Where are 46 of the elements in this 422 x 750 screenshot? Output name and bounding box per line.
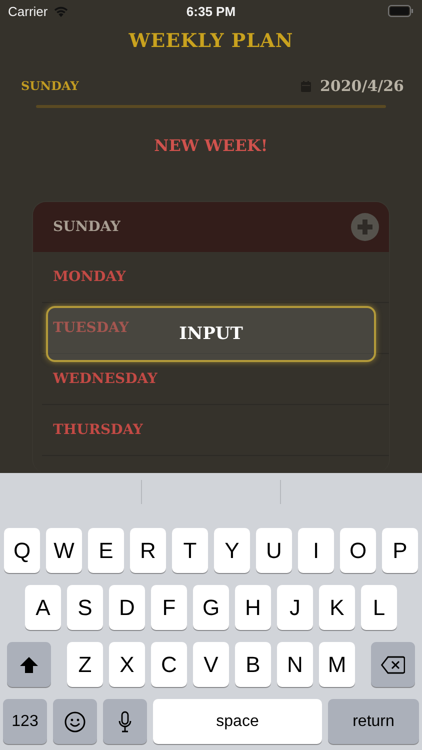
shift-icon [19,656,39,674]
letter-key[interactable]: T [172,528,208,573]
wifi-icon [52,5,69,17]
letter-key[interactable]: S [67,585,103,630]
letter-key[interactable]: Y [214,528,250,573]
letter-key[interactable]: V [193,642,229,687]
letter-key[interactable]: J [277,585,313,630]
letter-key[interactable]: Z [67,642,103,687]
letter-key[interactable]: N [277,642,313,687]
letter-key[interactable]: E [88,528,124,573]
app-title: WEEKLY PLAN [128,30,294,52]
emoji-key[interactable] [53,699,97,744]
current-day: SUNDAY [21,79,79,93]
letter-key[interactable]: G [193,585,229,630]
letter-key[interactable]: L [361,585,397,630]
letter-key[interactable]: M [319,642,355,687]
letter-key[interactable]: H [235,585,271,630]
return-key[interactable]: return [328,699,419,744]
space-key[interactable]: space [153,699,322,744]
battery-icon [388,5,414,17]
dictation-key[interactable] [103,699,147,744]
letter-key[interactable]: O [340,528,376,573]
letter-key[interactable]: A [25,585,61,630]
delete-icon [381,656,405,674]
letter-key[interactable]: F [151,585,187,630]
numbers-key[interactable]: 123 [3,699,47,744]
letter-key[interactable]: W [46,528,82,573]
letter-key[interactable]: U [256,528,292,573]
status-time: 6:35 PM [185,4,237,18]
emoji-icon [64,710,86,732]
delete-key[interactable] [371,642,415,687]
carrier-label: Carrier [8,4,48,18]
letter-key[interactable]: P [382,528,418,573]
microphone-icon [118,710,132,732]
letter-key[interactable]: X [109,642,145,687]
date-label: 2020/4/26 [320,77,404,95]
letter-key[interactable]: Q [4,528,40,573]
day-label[interactable]: SUNDAY [53,219,120,235]
calendar-icon [300,80,311,92]
letter-key[interactable]: R [130,528,166,573]
letter-key[interactable]: D [109,585,145,630]
letter-key[interactable]: C [151,642,187,687]
letter-key[interactable]: K [319,585,355,630]
letter-key[interactable]: B [235,642,271,687]
letter-key[interactable]: I [298,528,334,573]
shift-key[interactable] [7,642,51,687]
